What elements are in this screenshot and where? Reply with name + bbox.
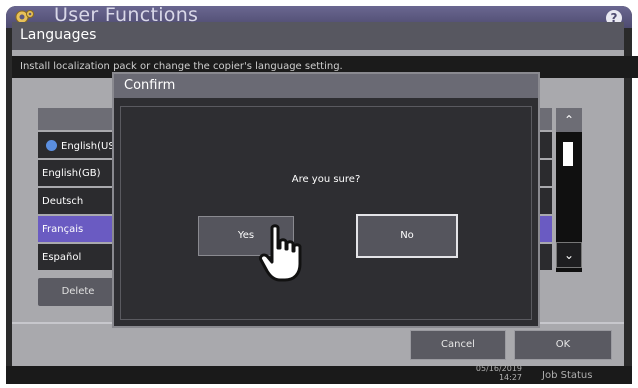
languages-header: Languages: [12, 22, 624, 50]
page-title: Languages: [20, 27, 97, 43]
no-button[interactable]: No: [356, 214, 458, 258]
chevron-up-icon[interactable]: ⌃: [556, 108, 582, 132]
dialog-question: Are you sure?: [291, 174, 361, 185]
dialog-body: [120, 106, 532, 320]
job-status-button[interactable]: Job Status: [542, 370, 592, 381]
check-icon: [46, 140, 57, 151]
language-label: English(US): [61, 141, 119, 152]
language-label: Español: [42, 252, 82, 263]
screen: User Functions ? Languages Install local…: [0, 0, 638, 388]
scrollbar-thumb[interactable]: [563, 142, 573, 166]
date: 05/16/2019: [475, 364, 522, 373]
time: 14:27: [498, 373, 522, 382]
dialog-title: Confirm: [124, 78, 176, 93]
language-label: Français: [42, 224, 84, 235]
hand-pointer-icon: [258, 224, 306, 284]
dialog-header: Confirm: [114, 74, 538, 98]
confirm-dialog: Confirm Are you sure? Yes No: [112, 72, 540, 328]
language-label: Deutsch: [42, 196, 84, 207]
ok-button[interactable]: OK: [514, 330, 612, 360]
date-time: 05/16/2019 14:27: [448, 364, 522, 382]
chevron-down-icon[interactable]: ⌄: [556, 242, 582, 268]
cancel-button[interactable]: Cancel: [410, 330, 506, 360]
delete-button[interactable]: Delete: [38, 278, 118, 306]
status-bar: [6, 366, 632, 384]
language-label: English(GB): [42, 168, 101, 179]
